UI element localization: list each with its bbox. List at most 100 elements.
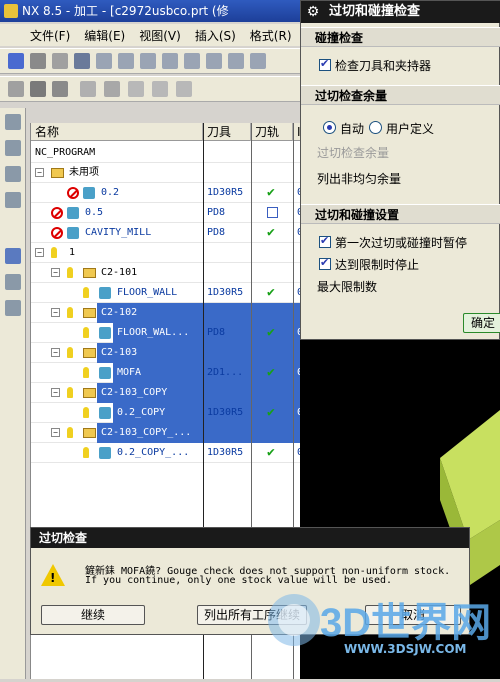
operation-icon [99,403,111,423]
toolbar-primary [0,48,300,74]
expander-icon[interactable]: − [35,243,44,263]
path-ok-icon: ✔ [267,325,275,340]
tree-row[interactable]: 0.21D30R5✔0 [31,183,320,203]
path-ok-icon: ✔ [267,405,275,420]
row-name: MOFA [117,367,142,378]
tree-row[interactable]: − C2-103_COPY_... [31,423,320,443]
tool-icon[interactable] [30,53,46,69]
radio-auto[interactable] [323,121,336,134]
continue-button[interactable]: 继续 [41,605,145,625]
postprocess-icon[interactable] [206,53,222,69]
path-edit-icon[interactable] [152,81,168,97]
tree-row[interactable]: − C2-103 [31,343,320,363]
history-icon[interactable] [5,192,21,208]
feed-icon[interactable] [80,81,96,97]
expander-icon[interactable]: − [51,343,60,363]
menu-view[interactable]: 视图(V) [139,27,181,44]
col-tool[interactable]: 刀具 [203,123,251,141]
clearance-icon[interactable] [128,81,144,97]
expander-icon[interactable]: − [35,163,44,183]
solid-icon[interactable] [52,81,68,97]
output-icon[interactable] [250,53,266,69]
machine-nav-icon[interactable] [5,274,21,290]
operation-nav-icon[interactable] [5,248,21,264]
section-collision[interactable]: 碰撞检查 [301,27,500,47]
operation-icon [99,323,111,343]
tree-row[interactable]: NC_PROGRAM [31,143,320,163]
gouge-check-dialog: ⚙ 过切和碰撞检查 碰撞检查 检查刀具和夹持器 过切检查余量 自动 用户定义 过… [300,0,500,340]
tree-row[interactable]: − C2-101 [31,263,320,283]
part-nav-icon[interactable] [5,166,21,182]
expander-icon[interactable]: − [51,303,60,323]
transform-icon[interactable] [176,81,192,97]
menu-file[interactable]: 文件(F) [30,27,70,44]
navigator-icon[interactable] [5,114,21,130]
block-icon[interactable] [30,81,46,97]
bulb-icon [67,343,73,363]
section-settings[interactable]: 过切和碰撞设置 [301,204,500,224]
col-name[interactable]: 名称 [31,123,203,141]
speed-icon[interactable] [104,81,120,97]
row-tool: 1D30R5 [207,447,244,458]
watermark-text: 3D世界网 [320,601,492,645]
row-name: C2-103_COPY_... [101,427,192,438]
generate-icon[interactable] [118,53,134,69]
folder-icon [83,383,96,403]
tree-row[interactable]: 0.5PD80 [31,203,320,223]
method-icon[interactable] [74,53,90,69]
verify-icon[interactable] [162,53,178,69]
bulb-icon [67,423,73,443]
roles-icon[interactable] [5,300,21,316]
menu-format[interactable]: 格式(R) [250,27,292,44]
folder-icon [83,263,96,283]
menu-insert[interactable]: 插入(S) [195,27,236,44]
tree-row[interactable]: − C2-103_COPY [31,383,320,403]
dialog-title: 过切和碰撞检查 [329,4,421,19]
tree-row[interactable]: 0.2_COPY_...1D30R5✔0 [31,443,320,463]
col-path[interactable]: 刀轨 [251,123,293,141]
shop-doc-icon[interactable] [228,53,244,69]
check-tool-holder-checkbox[interactable] [319,57,331,71]
tree-row[interactable]: FLOOR_WALL1D30R5✔0 [31,283,320,303]
radio-user-defined[interactable] [369,121,382,134]
row-name: 0.2_COPY [117,407,166,418]
row-name: C2-101 [101,267,138,278]
path-ok-icon: ✔ [267,365,275,380]
box-icon[interactable] [8,81,24,97]
tree-row[interactable]: CAVITY_MILLPD8✔0 [31,223,320,243]
replay-icon[interactable] [140,53,156,69]
section-stock[interactable]: 过切检查余量 [301,85,500,105]
stop-limit-checkbox[interactable] [319,256,331,270]
tree-row[interactable]: − C2-102 [31,303,320,323]
tree-row[interactable]: 0.2_COPY1D30R5✔0 [31,403,320,423]
list-icon[interactable] [184,53,200,69]
bulb-icon [83,323,89,343]
assembly-icon[interactable] [5,140,21,156]
geometry-icon[interactable] [52,53,68,69]
tree-row[interactable]: −1 [31,243,320,263]
row-name: 未用项 [69,167,99,178]
path-ok-icon: ✔ [267,225,275,240]
operation-icon [67,203,79,223]
expander-icon[interactable]: − [51,383,60,403]
row-tool: 1D30R5 [207,407,244,418]
row-name: 0.2_COPY_... [117,447,190,458]
program-icon[interactable] [8,53,24,69]
no-sign-icon [51,203,63,223]
list-nonuniform-stock[interactable]: 列出非均匀余量 [317,170,401,187]
row-tool: 2D1... [207,367,244,378]
tree-row[interactable]: FLOOR_WAL...PD8✔0 [31,323,320,343]
folder-icon [51,163,64,183]
no-sign-icon [51,223,63,243]
tree-header: 名称 刀具 刀轨 I [31,123,320,141]
expander-icon[interactable]: − [51,263,60,283]
operation-icon[interactable] [96,53,112,69]
tree-row[interactable]: MOFA2D1...✔0 [31,363,320,383]
tree-row[interactable]: − 未用项 [31,163,320,183]
pause-first-checkbox[interactable] [319,234,331,248]
warning-title: 过切检查 [31,528,469,548]
expander-icon[interactable]: − [51,423,60,443]
menu-edit[interactable]: 编辑(E) [84,27,125,44]
confirm-button[interactable]: 确定 [463,313,500,333]
bulb-icon [83,363,89,383]
